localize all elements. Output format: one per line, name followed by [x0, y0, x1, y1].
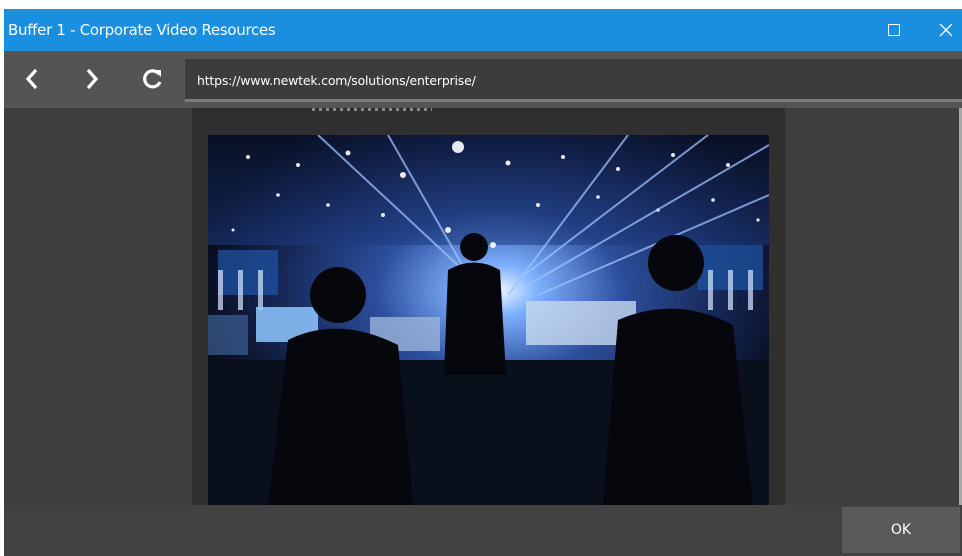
title-bar[interactable]: Buffer 1 - Corporate Video Resources: [4, 9, 962, 51]
ok-button[interactable]: OK: [842, 507, 960, 553]
address-bar[interactable]: https://www.newtek.com/solutions/enterpr…: [185, 59, 962, 102]
chevron-left-icon: [25, 68, 38, 90]
window-title: Buffer 1 - Corporate Video Resources: [8, 21, 276, 39]
close-icon: [939, 23, 953, 37]
back-button[interactable]: [10, 59, 54, 99]
url-text: https://www.newtek.com/solutions/enterpr…: [197, 73, 476, 88]
hero-image: [208, 135, 769, 505]
maximize-button[interactable]: [873, 9, 915, 51]
hero-photo: [208, 135, 769, 505]
dialog-footer: OK: [4, 505, 962, 556]
browser-navbar: https://www.newtek.com/solutions/enterpr…: [4, 51, 962, 108]
reload-button[interactable]: [131, 59, 175, 99]
clipped-heading-text: [312, 108, 432, 111]
web-content-area[interactable]: [4, 108, 962, 505]
maximize-icon: [888, 24, 900, 36]
close-button[interactable]: [925, 9, 962, 51]
reload-icon: [143, 69, 162, 89]
dialog-window: Buffer 1 - Corporate Video Resources htt…: [4, 9, 962, 556]
forward-button[interactable]: [70, 59, 114, 99]
web-page: [192, 108, 785, 505]
chevron-right-icon: [86, 68, 99, 90]
